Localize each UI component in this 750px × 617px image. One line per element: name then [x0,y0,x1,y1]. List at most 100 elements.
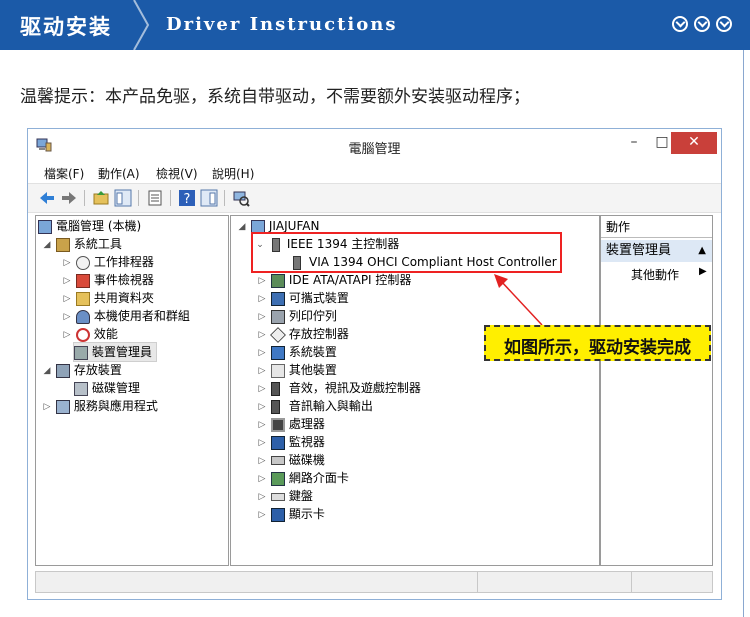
tree-item-label: 處理器 [288,417,325,431]
device-category[interactable]: ▷ 顯示卡 [257,505,325,523]
device-category[interactable]: ▷ 系統裝置 [257,343,337,361]
tree-item-device-manager[interactable]: 裝置管理員 [72,342,158,362]
keyboard-icon [270,492,285,501]
device-category[interactable]: ▷ 可攜式裝置 [257,289,349,307]
console-tree-pane: 電腦管理 (本機) ◢ 系統工具 ▷ 工作排程器 ▷ 事件檢視器 ▷ 共用資料夾… [35,215,229,566]
device-category[interactable]: ▷ 音效，視訊及遊戲控制器 [257,379,421,397]
device-category[interactable]: ▷ 其他裝置 [257,361,337,379]
clock-icon [75,255,90,270]
storage-icon [55,363,70,378]
network-adapter-icon [270,471,285,486]
device-category[interactable]: ▷ 處理器 [257,415,325,433]
collapsed-arrow-icon[interactable]: ▷ [257,272,267,290]
device-category[interactable]: ▷ 鍵盤 [257,487,313,505]
tree-item-label: 監視器 [288,435,325,449]
tree-item-disk-management[interactable]: 磁碟管理 [74,379,140,397]
device-category[interactable]: ▷ 列印佇列 [257,307,337,325]
processor-icon [270,417,285,432]
device-category[interactable]: ▷ 磁碟機 [257,451,325,469]
expanded-arrow-icon[interactable]: ◢ [237,218,247,236]
tip-text: 温馨提示：本产品免驱，系统自带驱动，不需要额外安装驱动程序； [20,87,530,107]
device-category[interactable]: ▷ 音訊輸入與輸出 [257,397,373,415]
callout-text: 如图所示，驱动安装完成 [504,338,691,358]
up-folder-icon[interactable] [92,189,110,207]
actions-item-label: 其他動作 [631,268,680,282]
submenu-arrow-icon: ▶ [699,266,707,277]
tree-item-event-viewer[interactable]: ▷ 事件檢視器 [62,271,154,289]
collapsed-arrow-icon[interactable]: ▷ [257,416,267,434]
tree-item-label: 本機使用者和群組 [93,309,190,323]
tree-item-label: 網路介面卡 [288,471,349,485]
actions-pane: 動作 裝置管理員 ▲ 其他動作 ▶ [600,215,713,566]
tree-item-services-applications[interactable]: ▷ 服務與應用程式 [42,397,158,415]
tree-item-performance[interactable]: ▷ 效能 [62,325,118,343]
collapsed-arrow-icon[interactable]: ▷ [257,488,267,506]
collapsed-arrow-icon[interactable]: ▷ [62,254,72,272]
chevron-down-circle-icon [716,16,732,32]
collapsed-arrow-icon[interactable]: ▷ [257,380,267,398]
computer-management-icon [38,219,52,234]
audio-io-icon [270,399,280,414]
expanded-arrow-icon[interactable]: ◢ [42,236,52,254]
tree-item-shared-folders[interactable]: ▷ 共用資料夾 [62,289,154,307]
menu-file[interactable]: 檔案(F) [44,165,84,182]
tree-item-label: 磁碟機 [288,453,325,467]
collapse-triangle-icon[interactable]: ▲ [698,240,706,262]
collapsed-arrow-icon[interactable]: ▷ [257,326,267,344]
device-category[interactable]: ▷ 存放控制器 [257,325,349,343]
device-category[interactable]: ▷ IDE ATA/ATAPI 控制器 [257,271,411,289]
menu-help[interactable]: 說明(H) [212,165,254,182]
collapsed-arrow-icon[interactable]: ▷ [257,452,267,470]
banner-title-cn: 驱动安装 [20,15,112,39]
actions-section-device-manager[interactable]: 裝置管理員 ▲ [601,240,712,262]
menu-action[interactable]: 動作(A) [98,165,140,182]
back-arrow-icon[interactable] [38,189,56,207]
tree-item-label: 電腦管理 (本機) [56,219,142,233]
title-bar[interactable]: 電腦管理 – □ ✕ [28,129,721,161]
annotation-arrow-icon [494,274,543,326]
status-bar [35,571,713,593]
collapsed-arrow-icon[interactable]: ▷ [62,326,72,344]
collapsed-arrow-icon[interactable]: ▷ [257,470,267,488]
actions-header: 動作 [601,216,712,238]
tree-item-storage[interactable]: ◢ 存放裝置 [42,361,122,379]
device-category[interactable]: ▷ 網路介面卡 [257,469,349,487]
ide-controller-icon [270,273,285,288]
collapsed-arrow-icon[interactable]: ▷ [62,290,72,308]
collapsed-arrow-icon[interactable]: ▷ [62,308,72,326]
tree-item-label: 系統裝置 [288,345,337,359]
properties-icon[interactable] [146,189,164,207]
collapsed-arrow-icon[interactable]: ▷ [42,398,52,416]
forward-arrow-icon[interactable] [60,189,78,207]
help-icon[interactable]: ? [178,189,196,207]
collapsed-arrow-icon[interactable]: ▷ [257,308,267,326]
header-banner: 驱动安装 Driver Instructions [0,0,750,50]
expanded-arrow-icon[interactable]: ◢ [42,362,52,380]
collapsed-arrow-icon[interactable]: ▷ [257,362,267,380]
collapsed-arrow-icon[interactable]: ▷ [62,272,72,290]
tree-item-task-scheduler[interactable]: ▷ 工作排程器 [62,253,154,271]
tree-item-local-users-groups[interactable]: ▷ 本機使用者和群組 [62,307,190,325]
show-action-pane-icon[interactable] [200,189,218,207]
collapsed-arrow-icon[interactable]: ▷ [257,344,267,362]
tree-item-label: 顯示卡 [288,507,325,521]
collapsed-arrow-icon[interactable]: ▷ [257,434,267,452]
close-button[interactable]: ✕ [671,132,717,154]
collapsed-arrow-icon[interactable]: ▷ [257,398,267,416]
device-category[interactable]: ▷ 監視器 [257,433,325,451]
tree-item-label: 存放裝置 [73,363,122,377]
scan-hardware-icon[interactable] [232,189,250,207]
tree-item-system-tools[interactable]: ◢ 系統工具 [42,235,122,253]
services-icon [55,399,70,414]
tree-item-computer-management[interactable]: 電腦管理 (本機) [38,217,141,235]
collapsed-arrow-icon[interactable]: ▷ [257,290,267,308]
actions-item-more[interactable]: 其他動作 ▶ [631,266,707,283]
tree-item-label: 事件檢視器 [93,273,154,287]
menu-view[interactable]: 檢視(V) [156,165,198,182]
collapsed-arrow-icon[interactable]: ▷ [257,506,267,524]
disk-management-icon [74,381,88,396]
banner-icon-group [672,16,732,32]
show-hide-tree-icon[interactable] [114,189,132,207]
users-icon [75,309,90,324]
tree-item-label: 鍵盤 [288,489,313,503]
